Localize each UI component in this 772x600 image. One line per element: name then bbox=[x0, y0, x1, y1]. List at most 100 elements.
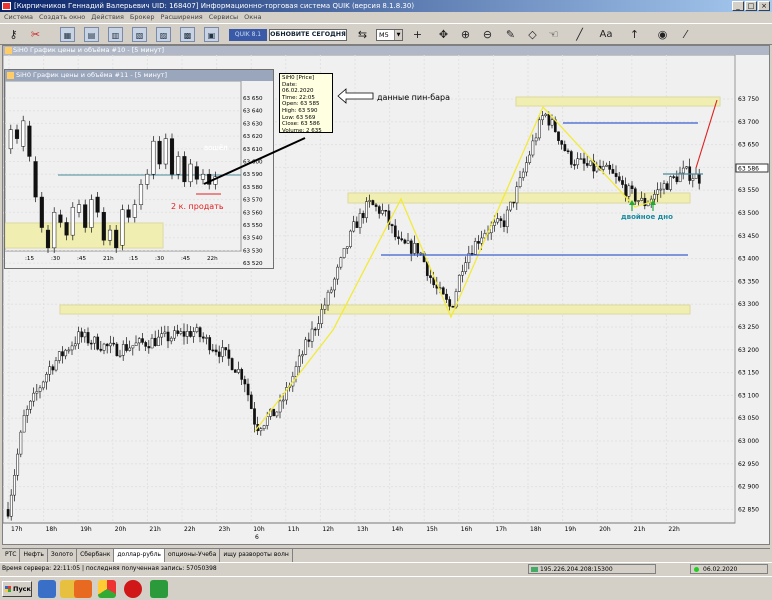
price-axis-label: 63 450 bbox=[738, 233, 759, 240]
chrome-icon[interactable] bbox=[98, 580, 116, 598]
candle-body bbox=[611, 169, 615, 174]
chart-icon[interactable]: ▤ bbox=[84, 27, 99, 42]
key-icon[interactable]: ⚷ bbox=[6, 27, 21, 42]
time-axis-label: 11h bbox=[288, 526, 300, 533]
sub-time-axis-label: :30 bbox=[155, 256, 164, 262]
candle-body bbox=[515, 186, 519, 204]
portfolio-icon[interactable]: ▨ bbox=[156, 27, 171, 42]
tab-rts[interactable]: РТС bbox=[2, 549, 21, 562]
sub-time-axis-label: :45 bbox=[77, 256, 86, 262]
eraser-icon[interactable]: ◇ bbox=[525, 27, 540, 42]
zoom-out-icon[interactable]: ⊖ bbox=[480, 27, 495, 42]
candle-body bbox=[265, 416, 269, 426]
candle-body bbox=[313, 328, 317, 331]
opera-icon[interactable] bbox=[124, 580, 142, 598]
brush-icon[interactable]: ⁄ bbox=[678, 27, 693, 42]
price-axis-label: 63 000 bbox=[738, 438, 759, 445]
scissors-icon[interactable]: ✂ bbox=[28, 27, 43, 42]
text-tool-icon[interactable]: Aa bbox=[596, 27, 616, 42]
new-table-icon[interactable]: ▦ bbox=[60, 27, 75, 42]
quotes-icon[interactable]: ▩ bbox=[180, 27, 195, 42]
candle-body bbox=[384, 210, 388, 212]
crosshair-icon[interactable]: + bbox=[410, 27, 425, 42]
candle-body bbox=[368, 200, 372, 202]
tab-oil[interactable]: Нефть bbox=[20, 549, 48, 562]
zoom-in-icon[interactable]: ⊕ bbox=[458, 27, 473, 42]
price-axis-label: 63 300 bbox=[738, 301, 759, 308]
candle-body bbox=[512, 201, 516, 204]
arrow-up-icon[interactable]: ↑ bbox=[627, 27, 642, 42]
sub-price-axis-label: 63 550 bbox=[243, 223, 263, 229]
sub-chart-canvas[interactable]: 63 650 63 640 63 630 63 620 63 610 63 600 63 5… bbox=[5, 81, 273, 269]
candle-body bbox=[224, 347, 228, 351]
tab-sberbank[interactable]: Сбербанк bbox=[77, 549, 115, 562]
eye-icon[interactable]: ◉ bbox=[655, 27, 670, 42]
candle-body bbox=[70, 206, 75, 236]
tab-gold[interactable]: Золото bbox=[48, 549, 78, 562]
close-button[interactable]: × bbox=[758, 1, 770, 11]
candle-body bbox=[579, 158, 583, 160]
candle-body bbox=[566, 150, 570, 153]
start-button[interactable]: Пуск bbox=[2, 581, 32, 597]
candle-body bbox=[67, 349, 71, 352]
settings-icon[interactable]: ▣ bbox=[204, 27, 219, 42]
pencil-icon[interactable]: ✎ bbox=[503, 27, 518, 42]
menu-windows[interactable]: Окна bbox=[244, 12, 261, 23]
candle-body bbox=[153, 337, 157, 346]
tooltip-line: Date: 06.02.2020 bbox=[282, 81, 314, 95]
orders-icon[interactable]: ▧ bbox=[132, 27, 147, 42]
candle-body bbox=[86, 332, 90, 344]
candle-body bbox=[582, 158, 586, 164]
sub-time-axis-label: :15 bbox=[25, 256, 34, 262]
double-bottom-label: двойное дно bbox=[621, 213, 673, 221]
candle-body bbox=[233, 369, 237, 373]
candle-body bbox=[448, 299, 452, 307]
candle-body bbox=[211, 349, 215, 352]
candle-body bbox=[358, 213, 362, 228]
candle-body bbox=[8, 129, 13, 150]
candle-body bbox=[176, 330, 180, 334]
ie-icon[interactable] bbox=[38, 580, 56, 598]
chart-window-icon bbox=[5, 47, 12, 54]
menu-actions[interactable]: Действия bbox=[91, 12, 124, 23]
candle-body bbox=[681, 167, 685, 174]
timeframe-select[interactable]: M5 ▼ bbox=[376, 29, 403, 41]
time-axis-label: 18h bbox=[530, 526, 542, 533]
candle-body bbox=[502, 220, 506, 227]
connection-icon: ⇆ bbox=[357, 28, 368, 41]
sub-time-axis-label: 21h bbox=[103, 256, 114, 262]
main-chart-title: SiH0 График цены и объёма #10 - [5 минут… bbox=[3, 46, 769, 55]
candle-body bbox=[126, 209, 131, 218]
candle-body bbox=[157, 336, 160, 346]
tab-options-study[interactable]: опционы-Учеба bbox=[165, 549, 221, 562]
menu-broker[interactable]: Брокер bbox=[130, 12, 155, 23]
candle-body bbox=[198, 327, 202, 338]
chevron-down-icon[interactable]: ▼ bbox=[394, 30, 402, 40]
menu-extensions[interactable]: Расширения bbox=[161, 12, 203, 23]
candle-body bbox=[32, 392, 36, 402]
candle-body bbox=[294, 366, 298, 377]
candle-body bbox=[22, 415, 26, 433]
menu-services[interactable]: Сервисы bbox=[209, 12, 238, 23]
line-icon[interactable]: ╱ bbox=[572, 27, 587, 42]
menu-create-window[interactable]: Создать окно bbox=[39, 12, 85, 23]
candle-body bbox=[400, 238, 404, 241]
chart-icon-2[interactable]: ▥ bbox=[108, 27, 123, 42]
sub-time-axis-label: :30 bbox=[51, 256, 60, 262]
tab-usd-rub[interactable]: доллар-рубль bbox=[114, 549, 165, 562]
media-player-icon[interactable] bbox=[74, 580, 92, 598]
update-today-button[interactable]: ОБНОВИТЕ СЕГОДНЯ bbox=[269, 29, 347, 41]
sub-chart-window[interactable]: SiH0 График цены и объёма #11 - [5 минут… bbox=[4, 69, 274, 269]
time-axis-label: 13h bbox=[357, 526, 369, 533]
time-axis-label: 19h bbox=[565, 526, 577, 533]
move-icon[interactable]: ✥ bbox=[436, 27, 451, 42]
candle-body bbox=[377, 206, 381, 214]
menu-system[interactable]: Система bbox=[4, 12, 33, 23]
maximize-button[interactable]: □ bbox=[745, 1, 757, 11]
tab-wave-reversals[interactable]: ищу развороты волн bbox=[220, 549, 293, 562]
sub-price-axis-label: 63 590 bbox=[243, 172, 263, 178]
quik-task-icon[interactable] bbox=[150, 580, 168, 598]
candle-body bbox=[550, 119, 554, 126]
hand-icon[interactable]: ☜ bbox=[546, 27, 561, 42]
minimize-button[interactable]: _ bbox=[732, 1, 744, 11]
